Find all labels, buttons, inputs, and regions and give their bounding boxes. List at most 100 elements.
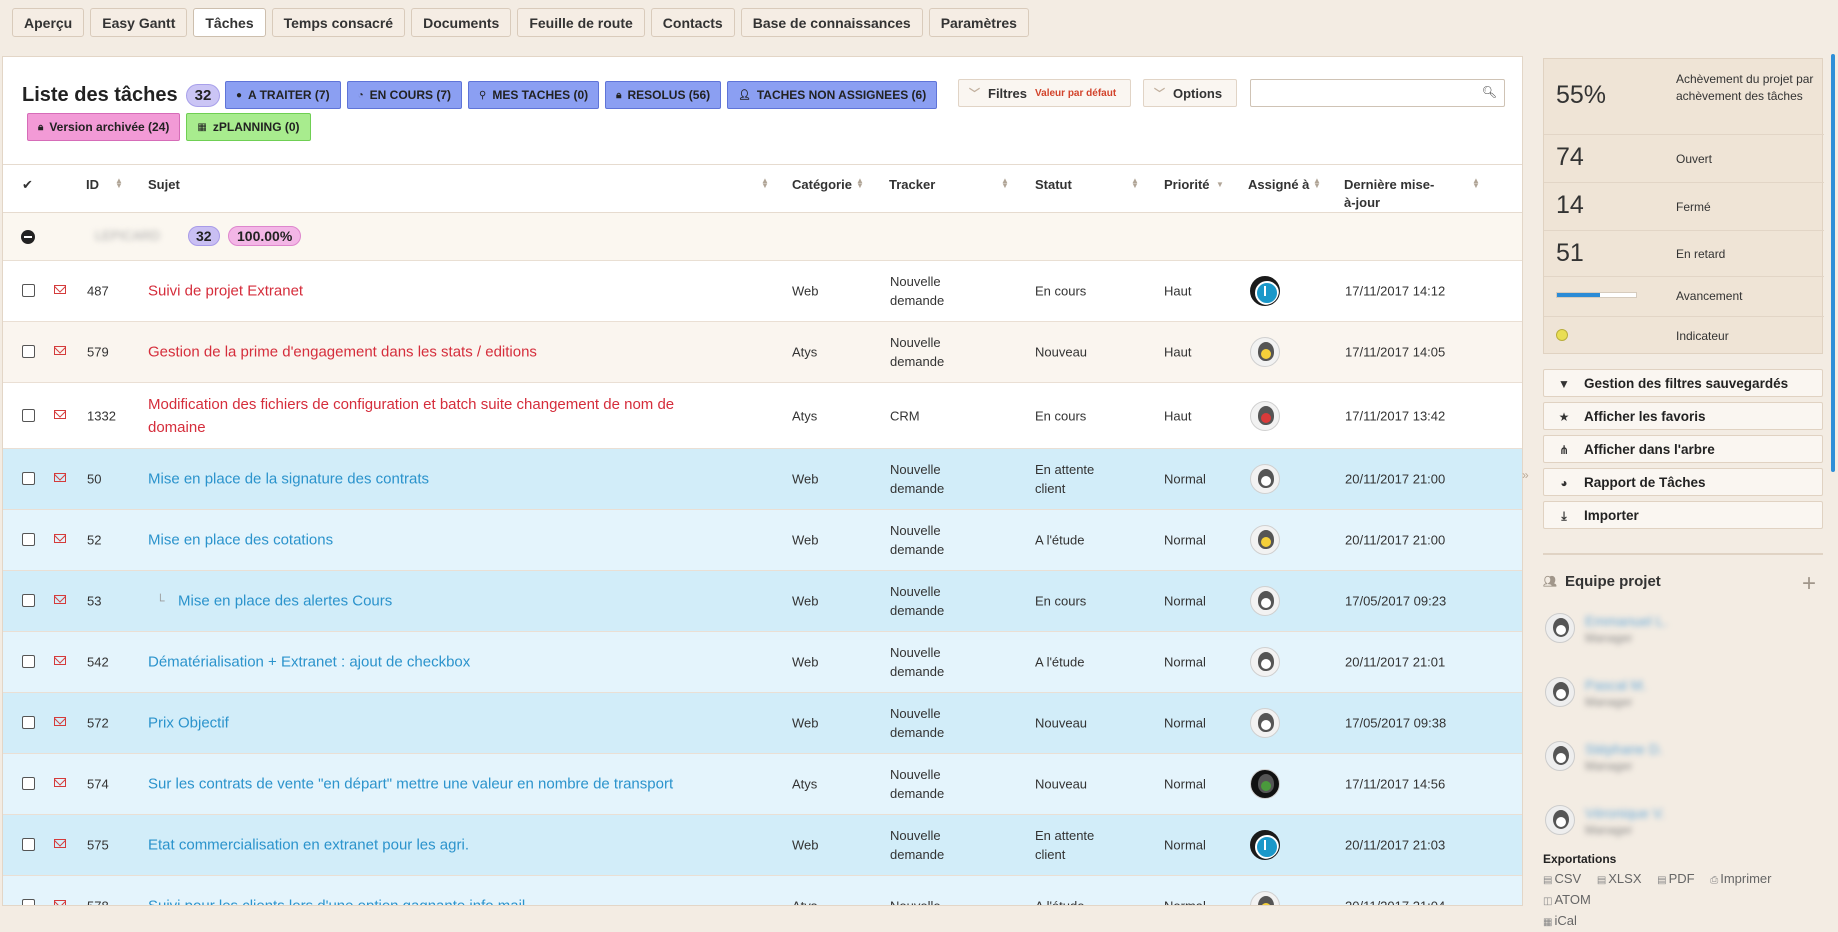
tab-taches[interactable]: Tâches xyxy=(193,8,266,37)
export-ical-link[interactable]: ▦ iCal xyxy=(1543,913,1583,928)
column-header-status[interactable]: Statut xyxy=(1035,176,1072,194)
row-checkbox[interactable] xyxy=(22,899,35,905)
row-checkbox[interactable] xyxy=(22,838,35,851)
sort-icon[interactable]: ▲ ▼ xyxy=(761,177,769,190)
sort-icon[interactable]: ▲ ▼ xyxy=(1472,177,1480,190)
assignee-avatar[interactable] xyxy=(1250,337,1280,367)
assignee-avatar[interactable] xyxy=(1250,586,1280,616)
column-header-subject[interactable]: Sujet xyxy=(148,176,180,194)
options-button[interactable]: ﹀ Options xyxy=(1143,79,1238,107)
sort-desc-icon[interactable]: ▼ xyxy=(1216,181,1224,189)
collapse-group-icon[interactable] xyxy=(21,230,35,244)
column-header-category[interactable]: Catégorie xyxy=(792,176,852,194)
member-name[interactable]: Stéphane D. xyxy=(1585,741,1663,757)
table-row[interactable]: 1332 Modification des fichiers de config… xyxy=(3,383,1522,449)
issue-subject-link[interactable]: Gestion de la prime d'engagement dans le… xyxy=(148,341,537,364)
table-row[interactable]: 52 Mise en place des cotations Web Nouve… xyxy=(3,510,1522,571)
issue-subject-link[interactable]: Suivi pour les clients lors d'une option… xyxy=(148,895,525,906)
row-checkbox[interactable] xyxy=(22,533,35,546)
tab-parametres[interactable]: Paramètres xyxy=(928,8,1029,37)
query-a-traiter[interactable]: ● A TRAITER (7) xyxy=(225,81,341,109)
member-name[interactable]: Véronique V. xyxy=(1585,805,1665,821)
search-icon[interactable]: 🔍︎ xyxy=(1482,85,1497,99)
tab-temps-consacre[interactable]: Temps consacré xyxy=(271,8,406,37)
column-header-id[interactable]: ID xyxy=(86,176,99,194)
add-member-icon[interactable]: + xyxy=(1802,570,1816,598)
import-button[interactable]: ⤓ Importer xyxy=(1543,501,1823,529)
member-name[interactable]: Emmanuel L. xyxy=(1585,613,1667,629)
assignee-avatar[interactable] xyxy=(1250,400,1280,431)
issue-subject-link[interactable]: Modification des fichiers de configurati… xyxy=(148,393,674,439)
column-header-updated[interactable]: Dernière mise-à-jour xyxy=(1344,176,1454,212)
sort-icon[interactable]: ▲ ▼ xyxy=(1313,177,1321,190)
tab-contacts[interactable]: Contacts xyxy=(650,8,735,37)
assignee-avatar[interactable] xyxy=(1250,525,1280,555)
table-row[interactable]: 574 Sur les contrats de vente "en départ… xyxy=(3,754,1522,815)
collapse-sidebar-icon[interactable]: » xyxy=(1522,468,1532,486)
favorites-button[interactable]: ★ Afficher les favoris xyxy=(1543,402,1823,430)
column-header-priority[interactable]: Priorité xyxy=(1164,176,1210,194)
tree-view-button[interactable]: ⋔ Afficher dans l'arbre xyxy=(1543,435,1823,463)
row-checkbox[interactable] xyxy=(22,777,35,790)
query-version-archivee[interactable]: 🔒︎ Version archivée (24) xyxy=(27,113,181,141)
tab-apercu[interactable]: Aperçu xyxy=(12,8,85,37)
filters-button[interactable]: ﹀ Filtres Valeur par défaut xyxy=(958,79,1132,107)
sort-icon[interactable]: ▲ ▼ xyxy=(856,177,864,190)
team-member[interactable]: Stéphane D. Manager xyxy=(1543,737,1823,777)
query-en-cours[interactable]: ◔ EN COURS (7) xyxy=(346,81,462,109)
tab-easy-gantt[interactable]: Easy Gantt xyxy=(90,8,188,37)
assignee-avatar[interactable] xyxy=(1250,464,1280,494)
export-atom-link[interactable]: ◫ ATOM xyxy=(1543,892,1597,907)
assignee-avatar[interactable] xyxy=(1250,769,1280,799)
issue-subject-link[interactable]: Sur les contrats de vente "en départ" me… xyxy=(148,773,673,796)
table-row[interactable]: 572 Prix Objectif Web Nouvelle demande No… xyxy=(3,693,1522,754)
sort-icon[interactable]: ▲ ▼ xyxy=(1131,177,1139,190)
column-header-assignee[interactable]: Assigné à xyxy=(1248,176,1309,194)
query-taches-non-assignees[interactable]: 👤︎ TACHES NON ASSIGNEES (6) xyxy=(727,81,938,109)
export-csv-link[interactable]: ▤ CSV xyxy=(1543,871,1587,886)
sort-icon[interactable]: ▲ ▼ xyxy=(115,177,123,190)
tab-base-de-connaissances[interactable]: Base de connaissances xyxy=(740,8,923,37)
team-member[interactable]: Emmanuel L. Manager xyxy=(1543,609,1823,649)
row-checkbox[interactable] xyxy=(22,594,35,607)
issue-subject-link[interactable]: Mise en place des alertes Cours xyxy=(148,590,392,613)
query-resolus[interactable]: 🔒︎ RESOLUS (56) xyxy=(605,81,722,109)
query-mes-taches[interactable]: ⚲ MES TACHES (0) xyxy=(468,81,600,109)
table-row[interactable]: 579 Gestion de la prime d'engagement dan… xyxy=(3,322,1522,383)
tab-documents[interactable]: Documents xyxy=(411,8,512,37)
tab-feuille-de-route[interactable]: Feuille de route xyxy=(517,8,645,37)
row-checkbox[interactable] xyxy=(22,472,35,485)
assignee-avatar[interactable] xyxy=(1250,276,1280,306)
column-header-tracker[interactable]: Tracker xyxy=(889,176,935,194)
table-row[interactable]: 50 Mise en place de la signature des con… xyxy=(3,449,1522,510)
saved-filters-button[interactable]: ▼ Gestion des filtres sauvegardés xyxy=(1543,369,1823,397)
table-row[interactable]: 487 Suivi de projet Extranet Web Nouvell… xyxy=(3,261,1522,322)
export-pdf-link[interactable]: ▤ PDF xyxy=(1657,871,1700,886)
row-checkbox[interactable] xyxy=(22,408,35,422)
table-row[interactable]: 578 Suivi pour les clients lors d'une op… xyxy=(3,876,1522,906)
sort-icon[interactable]: ▲ ▼ xyxy=(1001,177,1009,190)
issue-subject-link[interactable]: Mise en place des cotations xyxy=(148,529,333,552)
issue-subject-link[interactable]: Prix Objectif xyxy=(148,712,229,735)
assignee-avatar[interactable] xyxy=(1250,708,1280,738)
row-checkbox[interactable] xyxy=(22,655,35,668)
select-all-toggle[interactable]: ✔ xyxy=(22,176,33,194)
assignee-avatar[interactable] xyxy=(1250,891,1280,905)
assignee-avatar[interactable] xyxy=(1250,830,1280,860)
team-member[interactable]: Véronique V. Manager xyxy=(1543,801,1823,841)
issue-subject-link[interactable]: Dématérialisation + Extranet : ajout de … xyxy=(148,651,470,674)
issue-subject-link[interactable]: Suivi de projet Extranet xyxy=(148,280,303,303)
table-row[interactable]: 53 Mise en place des alertes Cours Web N… xyxy=(3,571,1522,632)
task-report-button[interactable]: ◕ Rapport de Tâches xyxy=(1543,468,1823,496)
table-row[interactable]: 575 Etat commercialisation en extranet p… xyxy=(3,815,1522,876)
query-zplanning[interactable]: ▦ zPLANNING (0) xyxy=(186,113,311,141)
page-scrollbar[interactable] xyxy=(1831,54,1835,472)
assignee-avatar[interactable] xyxy=(1250,647,1280,677)
table-row[interactable]: 542 Dématérialisation + Extranet : ajout… xyxy=(3,632,1522,693)
issue-subject-link[interactable]: Etat commercialisation en extranet pour … xyxy=(148,834,469,857)
row-checkbox[interactable] xyxy=(22,345,35,358)
member-name[interactable]: Pascal M. xyxy=(1585,677,1646,693)
row-checkbox[interactable] xyxy=(22,284,35,297)
print-link[interactable]: ⎙ Imprimer xyxy=(1710,871,1777,886)
row-checkbox[interactable] xyxy=(22,716,35,729)
